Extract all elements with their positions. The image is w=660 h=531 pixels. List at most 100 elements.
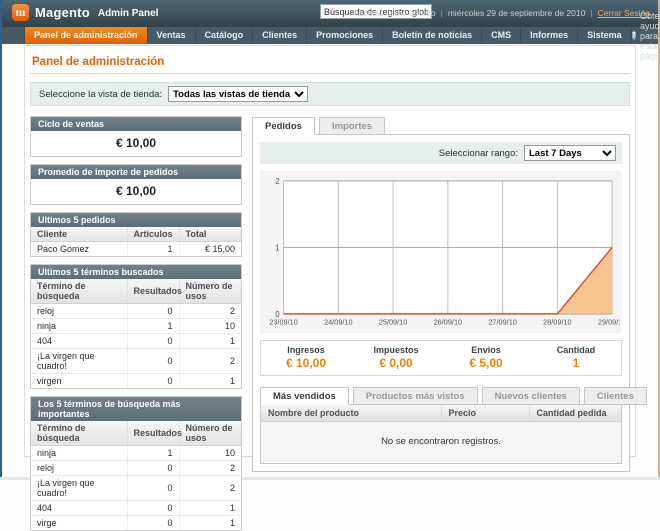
cell: virgen <box>31 374 127 389</box>
table-row[interactable]: reloj02 <box>31 304 241 319</box>
range-label: Seleccionar rango: <box>439 148 518 159</box>
total-quantity: Cantidad 1 <box>531 345 621 370</box>
column-header: Nombre del producto <box>261 405 441 422</box>
cell: 1 <box>127 446 179 461</box>
table-row[interactable]: ninja110 <box>31 319 241 334</box>
window-edge-left <box>0 0 2 480</box>
get-help-link[interactable]: ? Obtener ayuda para esta página <box>632 27 660 44</box>
total-label: Cantidad <box>531 345 621 355</box>
cell: € 15,00 <box>179 242 241 257</box>
table-row[interactable]: Paco Gomez1€ 15,00 <box>31 242 241 257</box>
total-value: € 10,00 <box>261 356 351 370</box>
svg-text:24/09/10: 24/09/10 <box>324 318 353 327</box>
range-select[interactable]: Last 7 Days <box>524 145 616 161</box>
table-row[interactable]: ¡La virgen que cuadro!02 <box>31 349 241 374</box>
cell: 1 <box>179 516 241 531</box>
cell: Paco Gomez <box>31 242 127 257</box>
nav-tab-dashboard[interactable]: Panel de administración <box>24 27 148 44</box>
range-bar: Seleccionar rango: Last 7 Days <box>260 142 622 164</box>
column-header: Cantidad pedida <box>529 405 621 422</box>
nav-tab-sales[interactable]: Ventas <box>148 27 196 44</box>
cell: 1 <box>179 501 241 516</box>
empty-grid-message: No se encontraron registros. <box>261 422 621 463</box>
svg-text:1: 1 <box>275 243 279 252</box>
tab-amounts[interactable]: Importes <box>319 117 385 135</box>
tab-bestsellers[interactable]: Más vendidos <box>260 387 349 405</box>
total-label: Ingresos <box>261 345 351 355</box>
main-nav: Panel de administración Ventas Catálogo … <box>2 27 658 44</box>
column-header: Término de búsqueda <box>31 421 127 446</box>
nav-tab-cms[interactable]: CMS <box>482 27 521 44</box>
cell: 0 <box>127 461 179 476</box>
content-area: Panel de administración Seleccione la vi… <box>24 45 636 457</box>
table-row[interactable]: 40401 <box>31 501 241 516</box>
cell: 0 <box>127 374 179 389</box>
last-orders-table: Cliente Articulos Total Paco Gomez1€ 15,… <box>31 227 241 256</box>
nav-tab-promotions[interactable]: Promociones <box>307 27 383 44</box>
store-view-label: Seleccione la vista de tienda: <box>39 89 162 100</box>
totals-row: Ingresos € 10,00 Impuestos € 0,00 Envios… <box>260 340 622 376</box>
cell: 1 <box>127 242 179 257</box>
lifetime-sales-card: Ciclo de ventas € 10,00 <box>30 116 242 157</box>
column-header: Articulos <box>127 227 179 242</box>
lifetime-sales-title: Ciclo de ventas <box>31 117 241 131</box>
cell: 2 <box>179 476 241 501</box>
average-orders-title: Promedio de importe de pedidos <box>31 165 241 179</box>
logo-text: Magento <box>35 5 90 20</box>
table-row[interactable]: ninja110 <box>31 446 241 461</box>
total-tax: Impuestos € 0,00 <box>351 345 441 370</box>
cell: 1 <box>179 374 241 389</box>
column-header: Cliente <box>31 227 127 242</box>
table-row[interactable]: virge01 <box>31 516 241 531</box>
average-orders-card: Promedio de importe de pedidos € 10,00 <box>30 164 242 205</box>
logged-in-as: Accedió como apardo <box>353 8 435 18</box>
total-value: € 5,00 <box>441 356 531 370</box>
column-header: Resultados <box>127 421 179 446</box>
dashboard-right-column: Pedidos Importes Seleccionar rango: Last… <box>252 116 630 472</box>
table-row[interactable]: virgen01 <box>31 374 241 389</box>
nav-tab-catalog[interactable]: Catálogo <box>196 27 254 44</box>
total-label: Impuestos <box>351 345 441 355</box>
bestsellers-table: Nombre del producto Precio Cantidad pedi… <box>261 405 621 422</box>
top-search-terms-table: Término de búsqueda Resultados Número de… <box>31 421 241 530</box>
cell: 0 <box>127 501 179 516</box>
total-shipping: Envios € 5,00 <box>441 345 531 370</box>
nav-tab-reports[interactable]: Informes <box>521 27 578 44</box>
separator: | <box>590 8 592 18</box>
tab-most-viewed[interactable]: Productos más vistos <box>353 387 478 405</box>
nav-tab-newsletter[interactable]: Boletín de noticias <box>383 27 482 44</box>
nav-tab-customers[interactable]: Clientes <box>253 27 307 44</box>
total-label: Envios <box>441 345 531 355</box>
cell: reloj <box>31 304 127 319</box>
store-view-bar: Seleccione la vista de tienda: Todas las… <box>30 82 630 106</box>
cell: ninja <box>31 319 127 334</box>
cell: 1 <box>127 319 179 334</box>
tab-customers[interactable]: Clientes <box>584 387 647 405</box>
nav-tab-system[interactable]: Sistema <box>578 27 632 44</box>
tab-new-customers[interactable]: Nuevos clientes <box>482 387 580 405</box>
header-bar: m Magento Admin Panel Accedió como apard… <box>2 0 658 27</box>
cell: virge <box>31 516 127 531</box>
separator: | <box>441 8 443 18</box>
top-search-terms-card: Los 5 términos de búsqueda más important… <box>30 396 242 531</box>
table-row[interactable]: ¡La virgen que cuadro!02 <box>31 476 241 501</box>
column-header: Resultados <box>127 279 179 304</box>
tab-orders[interactable]: Pedidos <box>252 117 315 135</box>
cell: 404 <box>31 501 127 516</box>
average-orders-value: € 10,00 <box>31 179 241 204</box>
magento-logo: m Magento Admin Panel <box>12 4 158 21</box>
svg-text:25/09/10: 25/09/10 <box>379 318 408 327</box>
cell: 10 <box>179 446 241 461</box>
last-search-terms-card: Ultimos 5 términos buscados Término de b… <box>30 264 242 389</box>
table-row[interactable]: 40401 <box>31 334 241 349</box>
cell: 0 <box>127 334 179 349</box>
lifetime-sales-value: € 10,00 <box>31 131 241 156</box>
table-row[interactable]: reloj02 <box>31 461 241 476</box>
last-search-terms-title: Ultimos 5 términos buscados <box>31 265 241 279</box>
store-view-select[interactable]: Todas las vistas de tienda <box>168 86 308 102</box>
orders-chart-svg: 01223/09/1024/09/1025/09/1026/09/1027/09… <box>262 175 620 330</box>
bestsellers-grid: Nombre del producto Precio Cantidad pedi… <box>260 404 622 464</box>
svg-text:26/09/10: 26/09/10 <box>434 318 463 327</box>
svg-text:23/09/10: 23/09/10 <box>269 318 298 327</box>
top-search-terms-title: Los 5 términos de búsqueda más important… <box>31 397 241 421</box>
